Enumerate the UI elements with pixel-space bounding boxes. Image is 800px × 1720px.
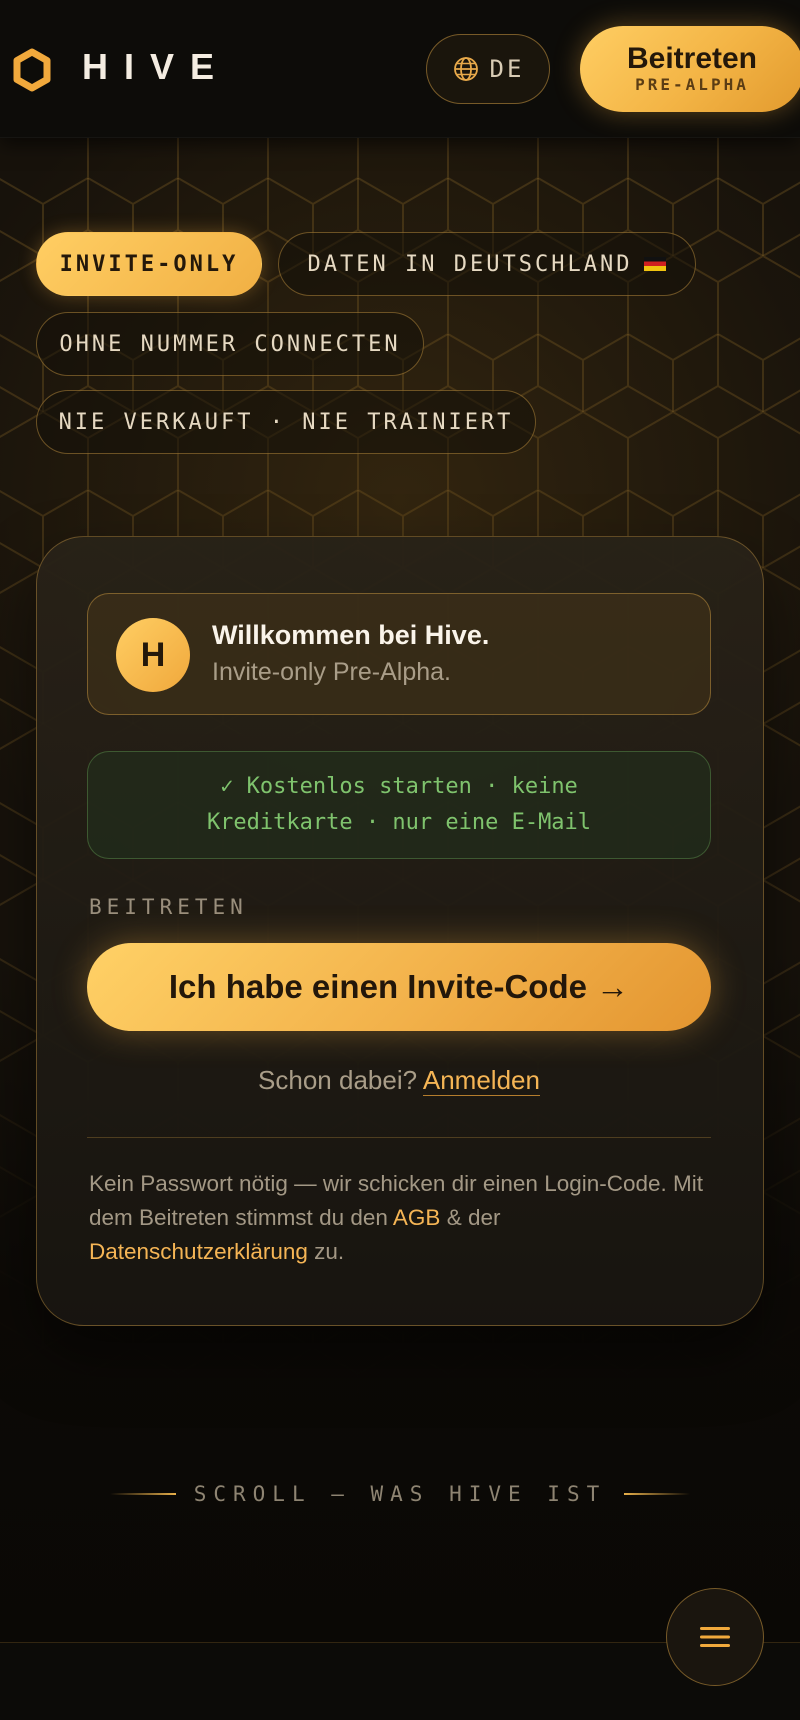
login-prompt: Schon dabei? Anmelden bbox=[87, 1065, 711, 1096]
hexagon-logo-icon[interactable] bbox=[12, 48, 52, 92]
invite-code-button[interactable]: Ich habe einen Invite-Code → bbox=[87, 943, 711, 1031]
join-button-label: Beitreten bbox=[626, 42, 758, 75]
top-bar: HIVE DE Beitreten PRE-ALPHA bbox=[0, 0, 800, 138]
join-header-button[interactable]: Beitreten PRE-ALPHA bbox=[580, 26, 800, 112]
join-button-sublabel: PRE-ALPHA bbox=[635, 75, 749, 94]
free-start-notice: ✓ Kostenlos starten · keine Kreditkarte … bbox=[87, 751, 711, 859]
login-prompt-text: Schon dabei? bbox=[258, 1065, 418, 1095]
scroll-hint-label: SCROLL — WAS HIVE IST bbox=[193, 1482, 607, 1506]
language-switch-button[interactable]: DE bbox=[426, 34, 550, 104]
scroll-hint: SCROLL — WAS HIVE IST bbox=[0, 1482, 800, 1506]
menu-icon bbox=[700, 1627, 730, 1647]
menu-button[interactable] bbox=[666, 1588, 764, 1686]
welcome-banner: H Willkommen bei Hive. Invite-only Pre-A… bbox=[87, 593, 711, 715]
scroll-hint-line-right bbox=[624, 1493, 691, 1495]
privacy-link[interactable]: Datenschutzerklärung bbox=[89, 1239, 308, 1264]
globe-icon bbox=[453, 57, 478, 81]
free-notice-line2: Kreditkarte · nur eine E-Mail bbox=[206, 810, 592, 835]
legal-text: zu. bbox=[307, 1239, 345, 1264]
avatar: H bbox=[116, 618, 190, 692]
scroll-hint-line-left bbox=[109, 1493, 176, 1495]
welcome-subtitle: Invite-only Pre-Alpha. bbox=[212, 658, 452, 686]
logo-wordmark[interactable]: HIVE bbox=[82, 46, 230, 88]
welcome-title: Willkommen bei Hive. bbox=[212, 620, 490, 650]
terms-link[interactable]: AGB bbox=[393, 1205, 441, 1230]
login-link[interactable]: Anmelden bbox=[422, 1065, 540, 1096]
divider bbox=[87, 1137, 711, 1138]
legal-text: & der bbox=[440, 1205, 501, 1230]
language-label: DE bbox=[489, 55, 525, 83]
signup-card: H Willkommen bei Hive. Invite-only Pre-A… bbox=[36, 536, 764, 1326]
free-notice-line1: ✓ Kostenlos starten · keine bbox=[220, 774, 578, 799]
section-label: BEITRETEN bbox=[89, 895, 248, 919]
legal-notice: Kein Passwort nötig — wir schicken dir e… bbox=[89, 1167, 709, 1269]
